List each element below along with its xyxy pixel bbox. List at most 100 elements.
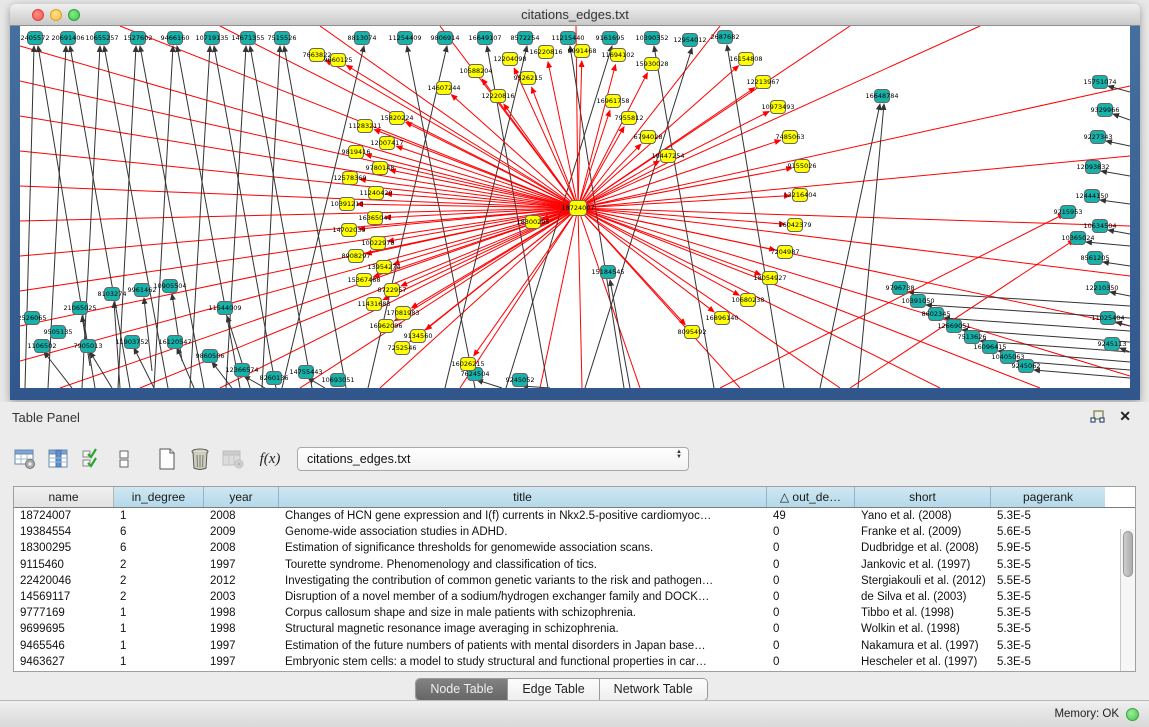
graph-edge-black[interactable] [262,46,280,388]
column-header-name[interactable]: name [14,487,114,507]
table-row[interactable]: 2242004622012Investigating the contribut… [14,573,1135,589]
graph-edge-red[interactable] [578,208,714,312]
graph-edge-black[interactable] [1116,322,1130,326]
graph-edge-red[interactable] [20,208,578,291]
cell-year: 1997 [204,557,279,573]
graph-edge-black[interactable] [214,46,276,388]
graph-edge-red[interactable] [578,208,785,224]
float-panel-icon[interactable] [1090,410,1105,424]
graph-edge-black[interactable] [1101,171,1130,176]
graph-edge-red[interactable] [401,208,578,286]
column-header-short[interactable]: short [855,487,991,507]
graph-node-label: 10693051 [321,376,354,384]
graph-node-label: 9961462 [128,286,157,294]
graph-edge-red[interactable] [578,61,582,208]
column-header-pagerank[interactable]: pagerank [991,487,1105,507]
column-visibility-icon[interactable] [45,446,71,472]
table-row[interactable]: 1830029562008Estimation of significance … [14,540,1135,556]
table-row[interactable]: 1938455462009Genome-wide association stu… [14,524,1135,540]
graph-node-label: 2405572 [21,34,50,42]
graph-edge-black[interactable] [1100,200,1130,204]
network-table-select[interactable]: citations_edges.txt ▲▼ [297,447,689,471]
graph-node-label: 16648784 [865,92,898,100]
graph-edge-red[interactable] [578,208,1130,226]
graph-edge-red[interactable] [578,208,582,388]
table-toolbar: f(x) citations_edges.txt ▲▼ [12,442,689,476]
graph-edge-black[interactable] [134,348,154,388]
delete-column-icon[interactable] [187,446,213,472]
graph-edge-red[interactable] [578,208,1040,388]
window-titlebar[interactable]: citations_edges.txt [10,4,1140,26]
graph-edge-red[interactable] [578,208,640,388]
cell-name: 9115460 [14,557,114,573]
network-canvas[interactable]: 2405572206914061065525715276029466160107… [20,26,1130,388]
graph-edge-red[interactable] [578,208,685,325]
graph-edge-black[interactable] [1108,230,1130,234]
graph-edge-black[interactable] [477,380,502,388]
graph-node-label: 12220816 [481,92,514,100]
graph-edge-red[interactable] [532,87,578,208]
table-settings-icon[interactable] [12,446,38,472]
graph-edge-black[interactable] [25,46,34,388]
graph-node-label: 10719135 [195,34,228,42]
graph-edge-black[interactable] [1103,262,1130,266]
graph-edge-black[interactable] [172,294,182,361]
column-header-in_degree[interactable]: in_degree [114,487,204,507]
column-header-title[interactable]: title [279,487,767,507]
graph-edge-black[interactable] [284,46,346,388]
table-row[interactable]: 1456911722003Disruption of a novel membe… [14,589,1135,605]
graph-edge-red[interactable] [578,156,1130,208]
graph-edge-black[interactable] [250,46,312,388]
graph-edge-black[interactable] [654,46,714,388]
cell-name: 14569117 [14,589,114,605]
vertical-scrollbar[interactable] [1120,529,1135,671]
graph-edge-red[interactable] [20,208,578,221]
function-builder-icon[interactable]: f(x) [257,446,283,472]
graph-node-label: 9806914 [431,34,460,42]
row-height-icon[interactable] [111,446,137,472]
tab-edge-table[interactable]: Edge Table [508,679,599,700]
table-row[interactable]: 969969511998Structural magnetic resonanc… [14,621,1135,637]
graph-node-label: 9796738 [886,284,915,292]
graph-node-label: 10447254 [651,152,684,160]
graph-edge-red[interactable] [578,208,1130,276]
select-rows-icon[interactable] [78,446,104,472]
graph-edge-black[interactable] [38,46,95,388]
graph-edge-red[interactable] [20,208,578,256]
graph-node-label: 10391050 [901,297,934,305]
graph-edge-black[interactable] [1086,242,1130,246]
cell-short: Tibbo et al. (1998) [855,605,991,621]
graph-edge-black[interactable] [1113,114,1130,120]
graph-edge-red[interactable] [578,208,1130,376]
column-header-year[interactable]: year [204,487,279,507]
table-row[interactable]: 911546021997Tourette syndrome. Phenomeno… [14,557,1135,573]
delete-table-icon[interactable] [220,446,246,472]
graph-edge-black[interactable] [610,280,630,388]
graph-edge-red[interactable] [451,95,578,208]
graph-edge-red[interactable] [548,62,578,208]
scrollbar-thumb[interactable] [1123,531,1133,577]
cell-in_degree: 1 [114,621,204,637]
graph-node-label: 10391210 [330,200,363,208]
column-header-out_degree[interactable]: △ out_de… [767,487,855,507]
close-panel-icon[interactable]: ✕ [1119,408,1131,425]
graph-edge-black[interactable] [727,45,784,388]
table-row[interactable]: 1872400712008Changes of HCN gene express… [14,508,1135,524]
graph-edge-red[interactable] [578,26,720,208]
graph-edge-black[interactable] [226,46,246,388]
cell-name: 9699695 [14,621,114,637]
graph-node-label: 9161695 [596,34,625,42]
tab-node-table[interactable]: Node Table [416,679,508,700]
graph-edge-black[interactable] [90,352,112,388]
tab-network-table[interactable]: Network Table [600,679,707,700]
table-row[interactable]: 946554611997Estimation of the future num… [14,638,1135,654]
new-column-icon[interactable] [154,446,180,472]
graph-edge-black[interactable] [1106,141,1130,146]
graph-node-label: 9819416 [342,148,371,156]
graph-edge-red[interactable] [366,208,578,254]
graph-node-label: 11254409 [388,34,421,42]
table-row[interactable]: 977716911998Corpus callosum shape and si… [14,605,1135,621]
table-row[interactable]: 946362711997Embryonic stem cells: a mode… [14,654,1135,670]
graph-edge-black[interactable] [1110,292,1130,296]
graph-edge-black[interactable] [144,298,152,371]
